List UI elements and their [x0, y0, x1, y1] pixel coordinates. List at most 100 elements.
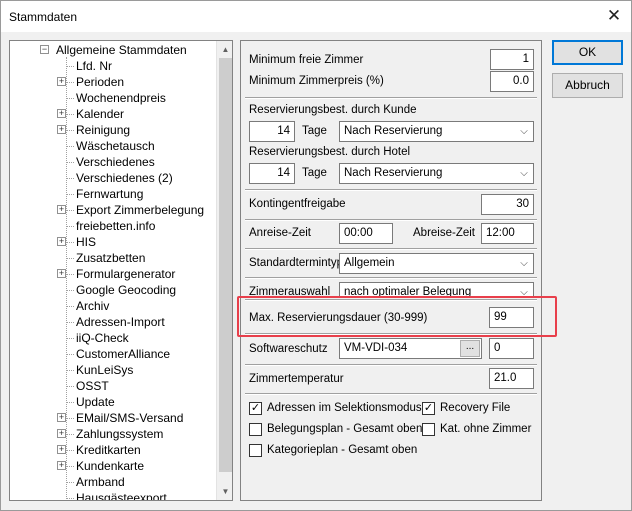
- chevron-down-icon[interactable]: ⌵: [518, 164, 530, 183]
- checkbox-addresses-selection-mode[interactable]: ✓ Adressen im Selektionsmodus: [249, 401, 422, 417]
- checkbox-box[interactable]: [249, 423, 262, 436]
- expand-icon[interactable]: +: [57, 445, 66, 454]
- tree-item[interactable]: Wäschetausch: [66, 138, 157, 154]
- tree-item[interactable]: Wochenendpreis: [66, 90, 168, 106]
- tree-item[interactable]: Lfd. Nr: [66, 58, 114, 74]
- tree-item[interactable]: + Kalender: [57, 106, 126, 122]
- default-date-type-select[interactable]: Allgemein ⌵: [339, 253, 534, 274]
- separator: [245, 333, 537, 335]
- max-res-duration-input[interactable]: 99: [489, 307, 534, 328]
- res-confirm-hotel-select[interactable]: Nach Reservierung ⌵: [339, 163, 534, 184]
- expand-icon[interactable]: +: [57, 109, 66, 118]
- checkbox-recovery-file[interactable]: ✓ Recovery File: [422, 401, 532, 417]
- expand-icon[interactable]: +: [57, 413, 66, 422]
- scroll-up-icon[interactable]: ▲: [217, 41, 232, 58]
- close-icon[interactable]: ✕: [603, 5, 625, 27]
- checkbox-box[interactable]: [249, 444, 262, 457]
- software-protection-input[interactable]: VM-VDI-034 ...: [339, 338, 482, 359]
- tree-guide-line: [66, 482, 74, 483]
- tree-item-label: iiQ-Check: [76, 331, 129, 345]
- separator: [245, 219, 537, 221]
- tree-item-label: EMail/SMS-Versand: [76, 411, 184, 425]
- departure-time-input[interactable]: 12:00: [481, 223, 534, 244]
- tree-item-label: Update: [76, 395, 115, 409]
- tree-guide-line: [66, 386, 74, 387]
- tree-guide-line: [66, 66, 74, 67]
- res-confirm-customer-select[interactable]: Nach Reservierung ⌵: [339, 121, 534, 142]
- res-confirm-hotel-label: Reservierungsbest. durch Hotel: [249, 146, 411, 158]
- tree-item[interactable]: + HIS: [57, 234, 98, 250]
- tree-item[interactable]: Verschiedenes (2): [66, 170, 175, 186]
- tree-item[interactable]: Verschiedenes: [66, 154, 157, 170]
- tree-guide-line: [66, 402, 74, 403]
- tree-guide-line: [66, 498, 74, 499]
- expand-icon[interactable]: +: [57, 269, 66, 278]
- expand-icon[interactable]: +: [57, 461, 66, 470]
- expand-icon[interactable]: +: [57, 205, 66, 214]
- min-room-price-input[interactable]: 0.0: [490, 71, 534, 92]
- tree-item[interactable]: + Zahlungssystem: [57, 426, 165, 442]
- checkbox-check-icon[interactable]: ✓: [422, 402, 435, 415]
- tree-item[interactable]: + Formulargenerator: [57, 266, 177, 282]
- checkbox-box[interactable]: [422, 423, 435, 436]
- min-free-rooms-input[interactable]: 1: [490, 49, 534, 70]
- tree-guide-line: [66, 82, 74, 83]
- checkbox-occupancy-plan-total-top[interactable]: Belegungsplan - Gesamt oben: [249, 422, 422, 438]
- expand-icon[interactable]: +: [57, 429, 66, 438]
- tree-item[interactable]: Update: [66, 394, 117, 410]
- tree-item[interactable]: Hausgästeexport: [66, 490, 169, 500]
- res-confirm-hotel-days-input[interactable]: 14: [249, 163, 295, 184]
- software-protection-number-input[interactable]: 0: [489, 338, 534, 359]
- departure-time-label: Abreise-Zeit: [413, 227, 475, 239]
- chevron-down-icon[interactable]: ⌵: [518, 283, 530, 296]
- tree-item[interactable]: Armband: [66, 474, 127, 490]
- software-protection-label: Softwareschutz: [249, 343, 328, 355]
- tree-item-label: Kalender: [76, 107, 125, 121]
- room-selection-select[interactable]: nach optimaler Belegung ⌵: [339, 282, 534, 296]
- chevron-down-icon[interactable]: ⌵: [518, 122, 530, 141]
- browse-button[interactable]: ...: [460, 340, 480, 357]
- checkbox-category-plan-total-top[interactable]: Kategorieplan - Gesamt oben: [249, 443, 419, 459]
- expand-icon[interactable]: +: [57, 125, 66, 134]
- settings-tree: − Allgemeine Stammdaten Lfd. Nr + Perioden…: [9, 40, 233, 501]
- checkbox-category-without-room[interactable]: Kat. ohne Zimmer: [422, 422, 532, 438]
- room-temperature-input[interactable]: 21.0: [489, 368, 534, 389]
- cancel-button[interactable]: Abbruch: [552, 73, 623, 98]
- scroll-thumb[interactable]: [219, 58, 232, 472]
- tree-item[interactable]: + Kreditkarten: [57, 442, 143, 458]
- tree-item-root[interactable]: − Allgemeine Stammdaten: [40, 42, 189, 58]
- tree-item[interactable]: iiQ-Check: [66, 330, 131, 346]
- tree-scrollbar[interactable]: ▲ ▼: [216, 41, 232, 500]
- room-selection-label: Zimmerauswahl: [249, 286, 331, 296]
- chevron-down-icon[interactable]: ⌵: [518, 254, 530, 273]
- expand-icon[interactable]: +: [57, 237, 66, 246]
- tree-item[interactable]: Fernwartung: [66, 186, 145, 202]
- quota-release-label: Kontingentfreigabe: [249, 198, 346, 210]
- tree-item[interactable]: Zusatzbetten: [66, 250, 147, 266]
- expand-icon[interactable]: +: [57, 77, 66, 86]
- checkbox-label: Adressen im Selektionsmodus: [267, 402, 422, 414]
- res-confirm-customer-label: Reservierungsbest. durch Kunde: [249, 104, 417, 116]
- checkbox-check-icon[interactable]: ✓: [249, 402, 262, 415]
- arrival-time-input[interactable]: 00:00: [339, 223, 393, 244]
- ok-button[interactable]: OK: [552, 40, 623, 65]
- tree-item[interactable]: + Export Zimmerbelegung: [57, 202, 206, 218]
- separator: [245, 97, 537, 99]
- tree-item[interactable]: + EMail/SMS-Versand: [57, 410, 185, 426]
- tree-item[interactable]: Google Geocoding: [66, 282, 178, 298]
- scroll-down-icon[interactable]: ▼: [217, 483, 232, 500]
- tree-item[interactable]: CustomerAlliance: [66, 346, 172, 362]
- tree-item[interactable]: + Kundenkarte: [57, 458, 146, 474]
- tree-item-label: KunLeiSys: [76, 363, 134, 377]
- tree-item[interactable]: OSST: [66, 378, 111, 394]
- tree-item[interactable]: freiebetten.info: [66, 218, 157, 234]
- tree-item[interactable]: + Perioden: [57, 74, 126, 90]
- tree-item[interactable]: Adressen-Import: [66, 314, 167, 330]
- quota-release-input[interactable]: 30: [481, 194, 534, 215]
- tree-item[interactable]: Archiv: [66, 298, 111, 314]
- collapse-icon[interactable]: −: [40, 45, 49, 54]
- tree-item[interactable]: + Reinigung: [57, 122, 132, 138]
- res-confirm-customer-days-input[interactable]: 14: [249, 121, 295, 142]
- tree-guide-line: [66, 322, 74, 323]
- tree-item[interactable]: KunLeiSys: [66, 362, 135, 378]
